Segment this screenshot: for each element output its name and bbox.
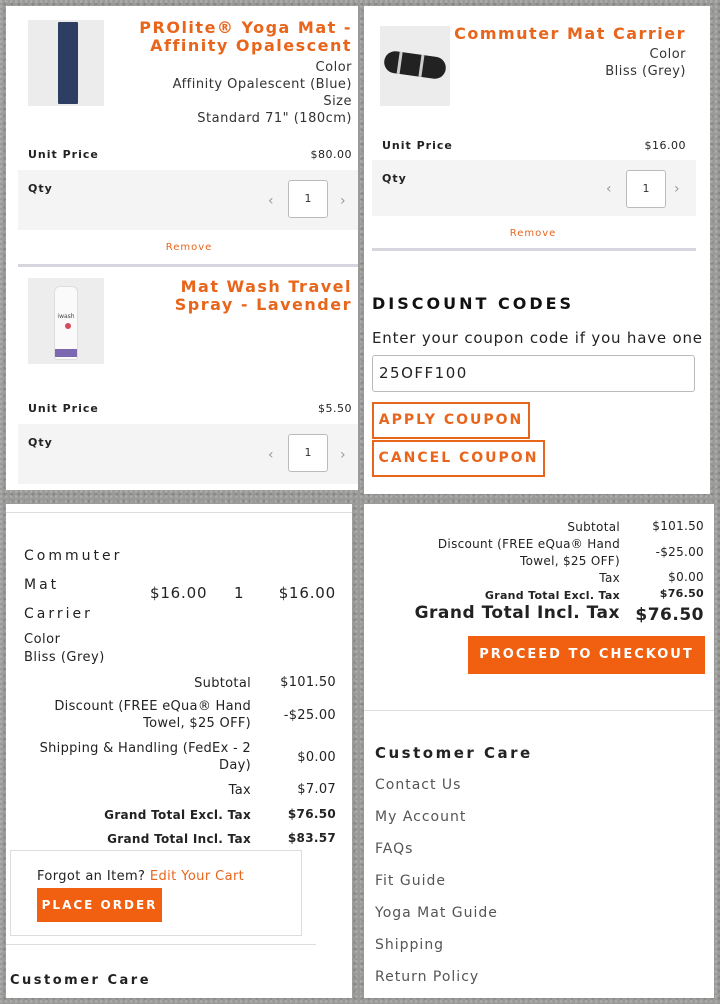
qty-label: Qty (382, 172, 407, 185)
product-thumbnail-mat-wash[interactable]: iwash (28, 278, 104, 364)
remove-link[interactable]: Remove (500, 228, 566, 239)
grand-total-excl-value: $76.50 (659, 587, 704, 600)
discount-codes-heading: DISCOUNT CODES (372, 294, 575, 313)
mat-carrier-image (382, 49, 448, 81)
product-thumbnail-yoga-mat[interactable] (28, 20, 104, 106)
tax-label: Tax (599, 571, 620, 585)
grand-total-excl-label: Grand Total Excl. Tax (484, 589, 620, 602)
apply-coupon-button[interactable]: APPLY COUPON (372, 402, 530, 439)
shipping-value: $0.00 (297, 750, 336, 765)
coupon-prompt: Enter your coupon code if you have one (372, 329, 703, 347)
grand-total-incl-label: Grand Total Incl. Tax (414, 603, 620, 623)
subtotal-label: Subtotal (194, 676, 251, 691)
review-item-total: $16.00 (278, 584, 336, 602)
unit-price-label: Unit Price (382, 139, 453, 152)
grand-total-excl-label: Grand Total Excl. Tax (104, 808, 251, 822)
grand-total-excl-value: $76.50 (287, 807, 336, 821)
tax-value: $7.07 (297, 782, 336, 797)
cart-items-panel-left: PROlite® Yoga Mat - Affinity Opalescent … (6, 6, 358, 490)
review-item-name: Commuter Mat Carrier (24, 548, 123, 622)
item-divider (18, 264, 358, 267)
tax-value: $0.00 (668, 570, 704, 584)
chevron-left-icon[interactable]: ‹ (606, 182, 612, 196)
discount-value: -$25.00 (283, 708, 336, 723)
grand-total-incl-value: $83.57 (287, 831, 336, 845)
subtotal-label: Subtotal (567, 520, 620, 534)
footer-link-fit-guide[interactable]: Fit Guide (375, 873, 446, 889)
product-title-mat-wash[interactable]: Mat Wash Travel Spray - Lavender (112, 278, 352, 314)
edit-cart-link[interactable]: Edit Your Cart (150, 869, 244, 884)
footer-link-return-policy[interactable]: Return Policy (375, 969, 479, 985)
discount-label: Discount (FREE eQua® Hand Towel, $25 OFF… (54, 699, 251, 731)
yoga-mat-image (58, 22, 78, 104)
qty-label: Qty (28, 182, 53, 195)
unit-price-label: Unit Price (28, 402, 99, 415)
customer-care-heading: Customer Care (10, 973, 152, 988)
footer-link-shipping[interactable]: Shipping (375, 937, 444, 953)
review-item-price: $16.00 (150, 584, 208, 602)
unit-price-value: $5.50 (318, 402, 352, 415)
review-item-options: Color Bliss (Grey) (24, 632, 105, 665)
proceed-to-checkout-button[interactable]: PROCEED TO CHECKOUT (468, 636, 705, 674)
product-title-mat-carrier[interactable]: Commuter Mat Carrier (446, 25, 686, 43)
quantity-input[interactable]: 1 (288, 180, 328, 218)
place-order-button[interactable]: PLACE ORDER (37, 888, 162, 922)
grand-total-incl-value: $76.50 (635, 605, 704, 625)
product-options-mat-carrier: Color Bliss (Grey) (605, 47, 686, 79)
panel-top-border (6, 512, 352, 513)
coupon-code-input[interactable]: 25OFF100 (372, 355, 695, 392)
spray-bottle-image: iwash (54, 286, 78, 360)
footer-link-my-account[interactable]: My Account (375, 809, 466, 825)
shipping-label: Shipping & Handling (FedEx - 2 Day) (39, 741, 251, 773)
quantity-input[interactable]: 1 (288, 434, 328, 472)
grand-total-incl-label: Grand Total Incl. Tax (107, 832, 251, 846)
chevron-right-icon[interactable]: › (674, 182, 680, 196)
discount-label: Discount (FREE eQua® Hand Towel, $25 OFF… (437, 537, 620, 568)
footer-divider (364, 710, 714, 711)
chevron-left-icon[interactable]: ‹ (268, 448, 274, 462)
chevron-left-icon[interactable]: ‹ (268, 194, 274, 208)
forgot-item-row: Forgot an Item? Edit Your Cart (37, 869, 245, 884)
footer-divider (6, 944, 316, 945)
cart-items-panel-right: Commuter Mat Carrier Color Bliss (Grey) … (364, 6, 710, 494)
chevron-right-icon[interactable]: › (340, 448, 346, 462)
subtotal-value: $101.50 (280, 675, 336, 690)
review-item-qty: 1 (234, 584, 244, 602)
order-review-panel: Commuter Mat Carrier $16.00 1 $16.00 Col… (6, 504, 352, 998)
item-divider (372, 248, 696, 251)
footer-link-yoga-mat-guide[interactable]: Yoga Mat Guide (375, 905, 498, 921)
cancel-coupon-button[interactable]: CANCEL COUPON (372, 440, 545, 477)
product-title-yoga-mat[interactable]: PROlite® Yoga Mat - Affinity Opalescent (112, 19, 352, 55)
tax-label: Tax (228, 783, 251, 798)
product-options-yoga-mat: Color Affinity Opalescent (Blue) Size St… (172, 60, 352, 126)
unit-price-label: Unit Price (28, 148, 99, 161)
chevron-right-icon[interactable]: › (340, 194, 346, 208)
place-order-box: Forgot an Item? Edit Your Cart PLACE ORD… (10, 850, 302, 936)
subtotal-value: $101.50 (652, 519, 704, 533)
product-thumbnail-mat-carrier[interactable] (380, 26, 450, 106)
remove-link[interactable]: Remove (156, 242, 222, 253)
discount-value: -$25.00 (655, 545, 704, 559)
unit-price-value: $80.00 (310, 148, 352, 161)
customer-care-heading: Customer Care (375, 744, 533, 762)
quantity-input[interactable]: 1 (626, 170, 666, 208)
qty-label: Qty (28, 436, 53, 449)
unit-price-value: $16.00 (644, 139, 686, 152)
checkout-summary-panel: Subtotal $101.50 Discount (FREE eQua® Ha… (364, 504, 714, 998)
footer-link-faqs[interactable]: FAQs (375, 841, 413, 857)
footer-link-contact-us[interactable]: Contact Us (375, 777, 461, 793)
